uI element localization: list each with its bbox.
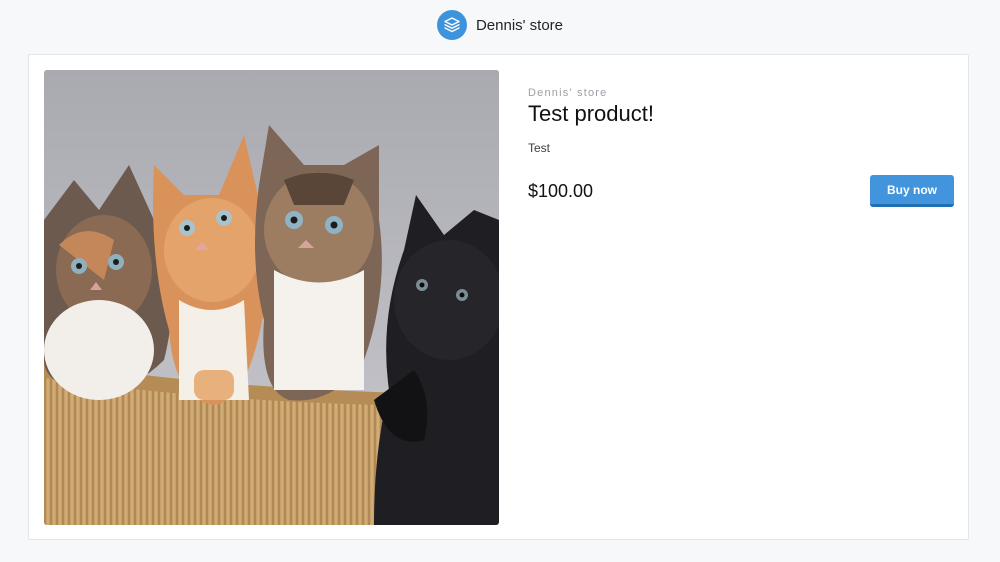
buy-now-button[interactable]: Buy now: [870, 175, 954, 207]
product-title: Test product!: [528, 101, 654, 126]
product-card: Dennis' store Test product! Test $100.00…: [28, 54, 969, 540]
top-bar: Dennis' store: [0, 0, 1000, 50]
store-name: Dennis' store: [475, 16, 564, 34]
product-image: [44, 70, 499, 525]
price-row: $100.00 Buy now: [528, 175, 954, 207]
product-price: $100.00: [528, 180, 594, 201]
store-brand[interactable]: Dennis' store: [436, 10, 564, 40]
product-info: Dennis' store Test product! Test $100.00…: [528, 87, 954, 207]
product-store-label: Dennis' store: [528, 87, 608, 99]
product-description: Test: [528, 141, 551, 155]
layers-icon: [436, 10, 467, 40]
